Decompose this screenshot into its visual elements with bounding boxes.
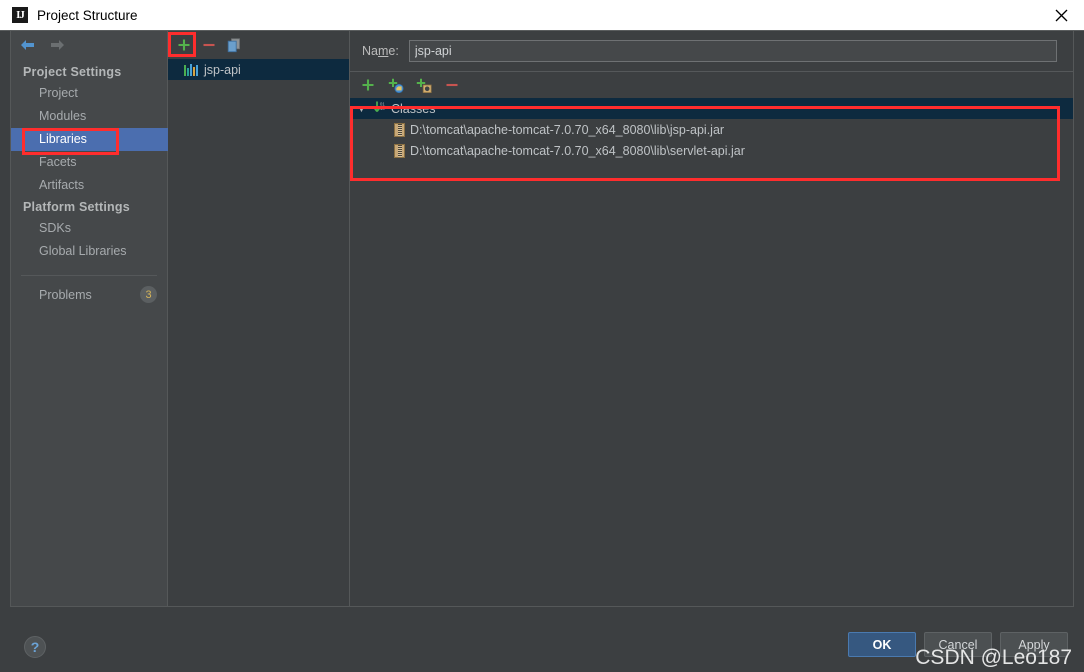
jar-icon — [394, 143, 405, 158]
title-bar: IJ Project Structure — [0, 0, 1084, 30]
close-icon[interactable] — [1038, 0, 1084, 30]
sidebar-item-libraries[interactable]: Libraries — [11, 128, 168, 151]
minus-icon[interactable] — [201, 37, 217, 53]
arrow-right-icon — [47, 36, 67, 54]
navigation-arrows — [11, 31, 167, 59]
sidebar-item-sdks[interactable]: SDKs — [11, 217, 167, 240]
window-title: Project Structure — [37, 7, 138, 23]
jar-icon — [394, 122, 405, 137]
sidebar-group-project-settings: Project Settings — [23, 65, 122, 79]
list-item-label: jsp-api — [204, 62, 241, 77]
sidebar-item-facets[interactable]: Facets — [11, 151, 167, 174]
sidebar-divider — [21, 275, 157, 276]
problems-count-badge: 3 — [140, 286, 157, 303]
tree-row-label: D:\tomcat\apache-tomcat-7.0.70_x64_8080\… — [410, 143, 745, 158]
libraries-toolbar — [168, 31, 349, 59]
svg-text:10: 10 — [380, 106, 385, 111]
plus-icon[interactable] — [176, 37, 192, 53]
minus-icon[interactable] — [444, 77, 460, 93]
classes-tree: ▼ 01 10 Classes D:\tomcat\apache-tomcat-… — [350, 98, 1073, 161]
watermark: CSDN @Leo187 — [915, 646, 1072, 669]
sidebar-item-project[interactable]: Project — [11, 82, 167, 105]
library-detail-panel: Name: jsp-api ▼ 01 10 Classes D:\tomcat\… — [350, 31, 1074, 607]
sidebar-item-artifacts[interactable]: Artifacts — [11, 174, 167, 197]
name-label: Name: — [362, 44, 399, 58]
libraries-list-panel: jsp-api — [168, 31, 350, 607]
tree-row[interactable]: D:\tomcat\apache-tomcat-7.0.70_x64_8080\… — [350, 140, 1073, 161]
name-row: Name: — [350, 31, 1073, 71]
classes-root-icon: 01 10 — [372, 100, 386, 117]
sidebar-item-problems[interactable]: Problems 3 — [11, 282, 167, 307]
settings-sidebar: Project Settings Project Modules Librari… — [10, 31, 168, 607]
name-input[interactable] — [408, 40, 1057, 62]
classes-toolbar — [350, 72, 1073, 98]
copy-icon[interactable] — [226, 37, 242, 53]
sidebar-item-global-libraries[interactable]: Global Libraries — [11, 240, 167, 263]
tree-node-classes[interactable]: ▼ 01 10 Classes — [350, 98, 1073, 119]
dialog-content: Project Settings Project Modules Librari… — [0, 30, 1084, 672]
project-structure-dialog: IJ Project Structure Project Settings Pr… — [0, 0, 1084, 672]
problems-label: Problems — [39, 287, 92, 302]
sidebar-item-modules[interactable]: Modules — [11, 105, 167, 128]
arrow-left-icon[interactable] — [17, 36, 37, 54]
tree-node-label: Classes — [391, 101, 436, 116]
tree-row[interactable]: D:\tomcat\apache-tomcat-7.0.70_x64_8080\… — [350, 119, 1073, 140]
sidebar-list: Project Settings Project Modules Librari… — [11, 59, 168, 307]
ok-button[interactable]: OK — [848, 632, 916, 657]
plus-icon[interactable] — [360, 77, 376, 93]
library-icon — [184, 63, 198, 76]
list-item[interactable]: jsp-api — [168, 59, 349, 80]
plus-folder-icon[interactable] — [388, 77, 404, 93]
plus-jar-icon[interactable] — [416, 77, 432, 93]
help-question-icon[interactable]: ? — [24, 636, 46, 658]
tree-row-label: D:\tomcat\apache-tomcat-7.0.70_x64_8080\… — [410, 122, 725, 137]
sidebar-group-platform-settings: Platform Settings — [23, 200, 130, 214]
chevron-down-icon[interactable]: ▼ — [356, 104, 367, 114]
intellij-idea-icon: IJ — [12, 7, 28, 23]
